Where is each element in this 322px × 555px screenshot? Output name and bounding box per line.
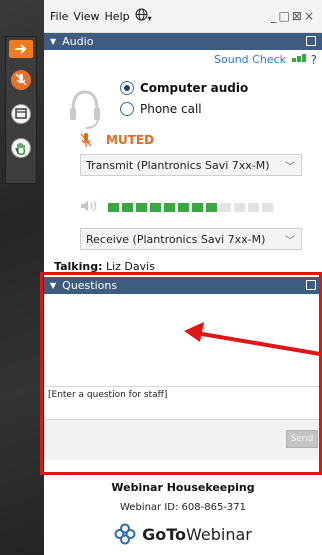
computer-audio-radio[interactable] [120, 81, 134, 95]
logo-text: GoToWebinar [142, 525, 252, 544]
transmit-device-select[interactable]: Transmit (Plantronics Savi 7xx-M) ﹀ [80, 154, 302, 176]
raise-hand-icon [15, 142, 25, 155]
level-bar [164, 203, 175, 212]
level-bar [192, 203, 203, 212]
level-bar [108, 203, 119, 212]
screen-icon [15, 108, 27, 119]
audio-help-icon[interactable]: ? [311, 53, 317, 67]
level-bar [220, 203, 231, 212]
receive-device-select[interactable]: Receive (Plantronics Savi 7xx-M) ﹀ [80, 228, 302, 250]
muted-label: MUTED [106, 133, 155, 147]
level-bar [136, 203, 147, 212]
menu-bar: File View Help ▾ _□⊠× [44, 0, 322, 33]
level-bar [262, 203, 273, 212]
phone-call-radio[interactable] [120, 102, 134, 116]
language-menu[interactable]: ▾ [135, 8, 152, 24]
level-bar [248, 203, 259, 212]
chevron-down-icon: ﹀ [285, 161, 295, 173]
chevron-down-icon: ▾ [147, 14, 152, 23]
expand-arrow-icon [15, 44, 27, 54]
logo-goto: GoTo [142, 524, 187, 544]
show-screen-button[interactable] [7, 100, 35, 128]
webinar-id: Webinar ID: 608-865-371 [119, 502, 246, 513]
signal-bars-icon [292, 54, 306, 62]
webinar-info-footer: Webinar Housekeeping Webinar ID: 608-865… [44, 475, 322, 555]
window-controls[interactable]: _□⊠× [271, 9, 316, 23]
level-bars [108, 203, 276, 212]
level-bar [206, 203, 217, 212]
menu-help[interactable]: Help [105, 10, 130, 23]
level-bar [122, 203, 133, 212]
annotation-arrow [184, 322, 321, 356]
microphone-muted-icon [80, 133, 92, 147]
audio-level-meter [80, 200, 276, 215]
raise-hand-button[interactable] [7, 134, 35, 162]
gotowebinar-logo: GoToWebinar [44, 523, 322, 545]
sound-check-link[interactable]: Sound Check [214, 53, 286, 66]
annotation-highlight-box [40, 272, 322, 475]
mute-status: MUTED [80, 132, 154, 148]
level-bar [234, 203, 245, 212]
level-bar [178, 203, 189, 212]
audio-section-header[interactable]: ▼ Audio [44, 33, 322, 50]
gotowebinar-flower-icon [114, 523, 136, 545]
globe-icon [135, 8, 148, 21]
menu-file[interactable]: File [50, 10, 68, 23]
expand-panel-button[interactable] [9, 40, 33, 58]
audio-section: Sound Check ? Computer audio Phone call [44, 50, 322, 265]
logo-webinar: Webinar [186, 524, 252, 544]
receive-device-value: Receive (Plantronics Savi 7xx-M) [86, 232, 266, 246]
popout-icon[interactable] [306, 36, 316, 46]
webinar-title: Webinar Housekeeping [111, 481, 255, 494]
transmit-device-value: Transmit (Plantronics Savi 7xx-M) [86, 158, 270, 172]
phone-call-label: Phone call [140, 102, 202, 116]
computer-audio-label: Computer audio [140, 81, 249, 95]
audio-header-label: Audio [62, 35, 94, 48]
mute-button[interactable] [7, 66, 35, 94]
computer-audio-option[interactable]: Computer audio [120, 81, 248, 95]
chevron-down-icon: ﹀ [285, 235, 295, 247]
phone-call-option[interactable]: Phone call [120, 102, 202, 116]
collapse-triangle-icon: ▼ [50, 37, 57, 46]
control-toolbar [5, 36, 37, 184]
microphone-muted-icon [15, 73, 27, 86]
speaker-icon [80, 200, 98, 215]
level-bar [150, 203, 161, 212]
menu-view[interactable]: View [73, 10, 99, 23]
headset-icon [70, 90, 100, 129]
